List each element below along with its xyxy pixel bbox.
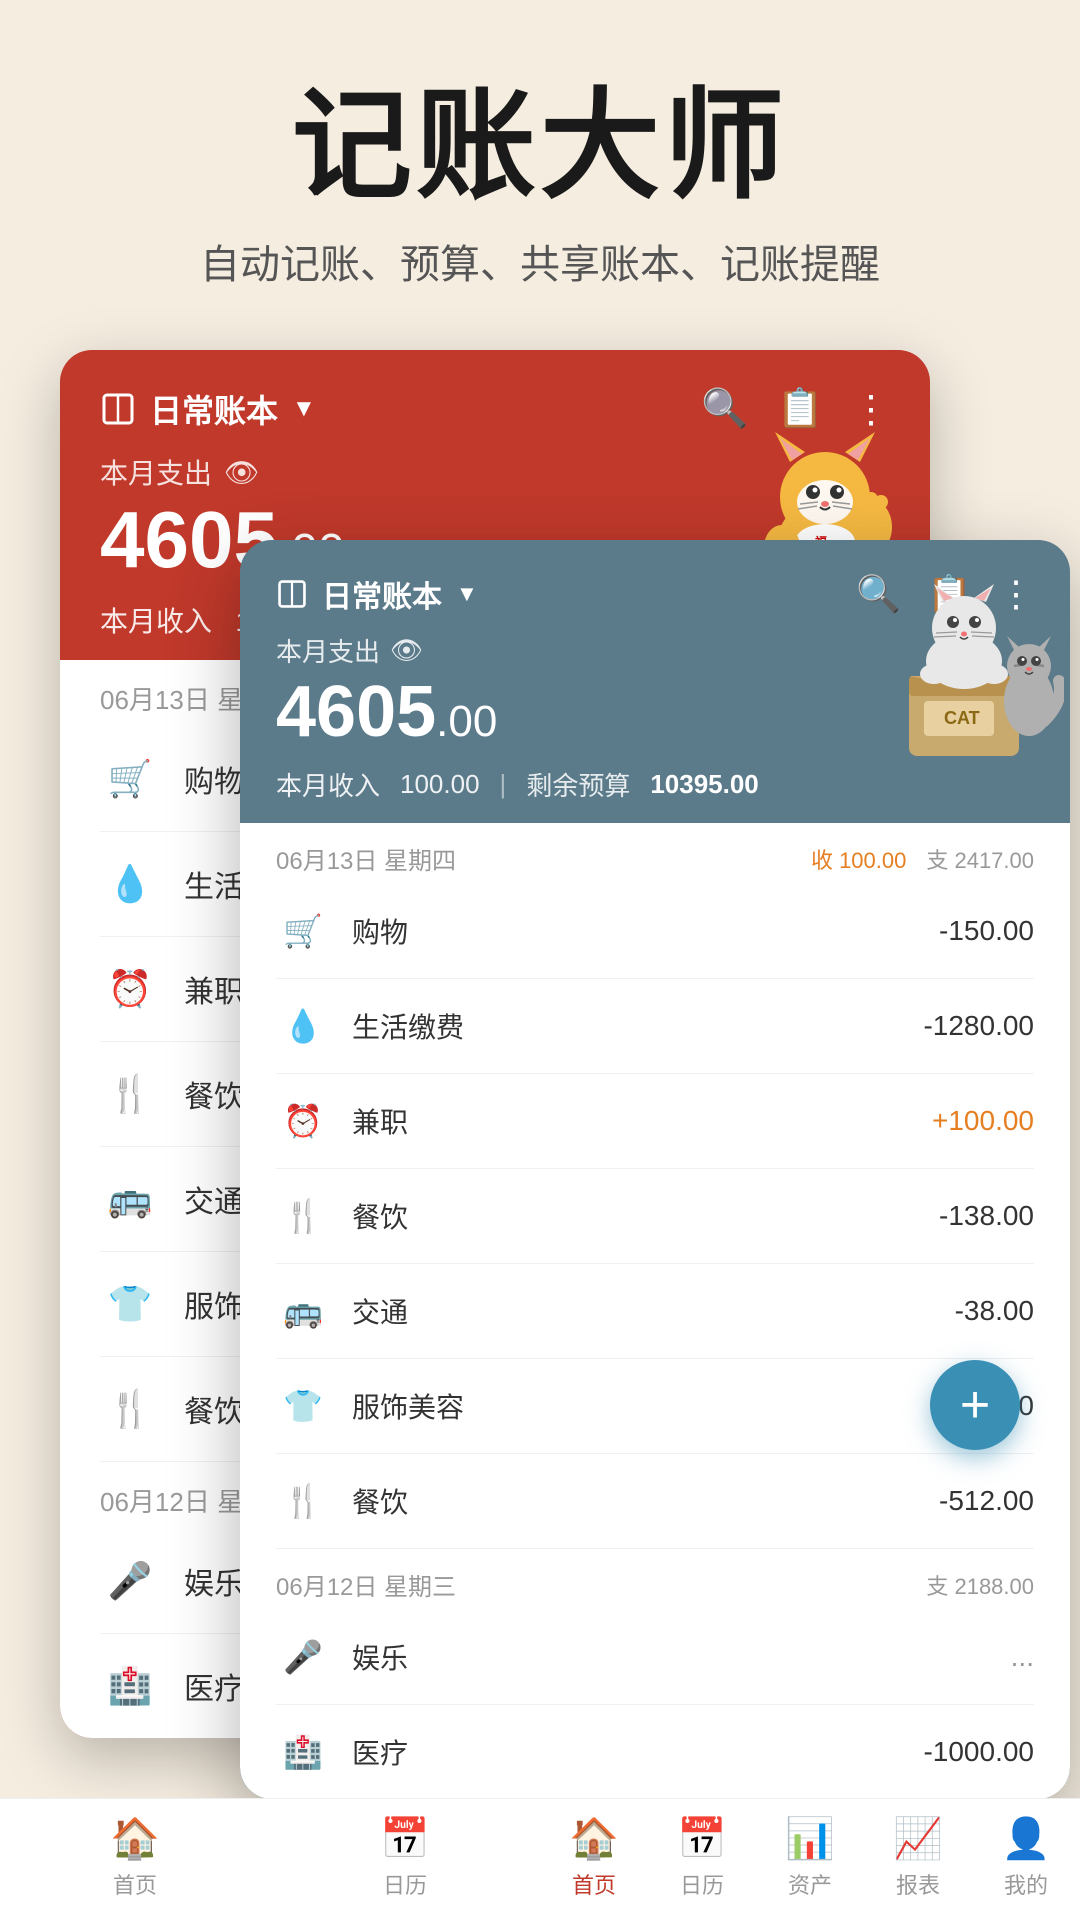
front-surplus-amount: 10395.00 [650, 769, 758, 800]
nav-item-home-left[interactable]: 🏠 首页 [0, 1815, 270, 1900]
nav-label-profile: 我的 [1004, 1868, 1048, 1900]
nav-right: 🏠 首页 📅 日历 📊 资产 📈 报表 👤 我的 [540, 1798, 1080, 1920]
medical-icon: 🏥 [100, 1656, 160, 1716]
front-shopping-icon: 🛒 [276, 904, 330, 958]
header-section: 记账大师 自动记账、预算、共享账本、记账提醒 [0, 0, 1080, 350]
front-income-amount: 100.00 [400, 769, 480, 800]
front-date-header2: 06月12日 星期三 支 2188.00 [276, 1549, 1034, 1610]
nav-item-home-right[interactable]: 🏠 首页 [540, 1815, 648, 1900]
calendar-icon-left: 📅 [380, 1815, 430, 1862]
nav-label-calendar-right: 日历 [680, 1868, 724, 1900]
nav-label-assets: 资产 [788, 1868, 832, 1900]
app-subtitle: 自动记账、预算、共享账本、记账提醒 [40, 232, 1040, 290]
front-list-item[interactable]: 🍴 餐饮 -138.00 [276, 1169, 1034, 1264]
nav-left: 🏠 首页 📅 日历 [0, 1798, 540, 1920]
book-icon [100, 391, 136, 427]
parttime-icon: ⏰ [100, 959, 160, 1019]
nav-label-reports: 报表 [896, 1868, 940, 1900]
svg-text:CAT: CAT [944, 708, 980, 728]
dining-icon: 🍴 [100, 1064, 160, 1124]
profile-icon: 👤 [1001, 1815, 1051, 1862]
utilities-icon: 💧 [100, 854, 160, 914]
front-list-item[interactable]: 🏥 医疗 -1000.00 [276, 1705, 1034, 1799]
shopping-icon: 🛒 [100, 749, 160, 809]
front-eye-icon[interactable]: 👁 [390, 635, 423, 666]
front-list-item[interactable]: 💧 生活缴费 -1280.00 [276, 979, 1034, 1074]
nav-label-home-left: 首页 [113, 1868, 157, 1900]
nav-item-calendar-right[interactable]: 📅 日历 [648, 1815, 756, 1900]
reports-icon: 📈 [893, 1815, 943, 1862]
nav-label-home-right: 首页 [572, 1868, 616, 1900]
fab-add-button[interactable]: + [930, 1360, 1020, 1450]
front-utilities-icon: 💧 [276, 999, 330, 1053]
front-entertainment-icon: 🎤 [276, 1630, 330, 1684]
front-list-item[interactable]: 🚌 交通 -38.00 [276, 1264, 1034, 1359]
eye-icon[interactable]: 👁 [224, 456, 260, 489]
nav-item-profile[interactable]: 👤 我的 [972, 1815, 1080, 1900]
front-list-item[interactable]: 🛒 购物 -150.00 [276, 884, 1034, 979]
front-dining-icon: 🍴 [276, 1189, 330, 1243]
home-icon-right: 🏠 [569, 1815, 619, 1862]
front-date-amounts: 收 100.00 支 2417.00 [811, 843, 1034, 875]
card-front: CAT [240, 540, 1070, 1799]
front-date-header: 06月13日 星期四 收 100.00 支 2417.00 [276, 823, 1034, 884]
front-dining2-icon: 🍴 [276, 1474, 330, 1528]
front-surplus-label: 剩余预算 [526, 766, 630, 803]
front-dropdown-arrow[interactable]: ▼ [456, 581, 478, 607]
front-list-item[interactable]: ⏰ 兼职 +100.00 [276, 1074, 1034, 1169]
front-list-item[interactable]: 🎤 娱乐 ... [276, 1610, 1034, 1705]
assets-icon: 📊 [785, 1815, 835, 1862]
card-back-book-name[interactable]: 日常账本 ▼ [100, 386, 316, 432]
bottom-nav-container: 🏠 首页 📅 日历 🏠 首页 📅 日历 📊 资产 📈 报表 👤 我的 [0, 1798, 1080, 1920]
app-title: 记账大师 [40, 80, 1040, 212]
nav-label-calendar-left: 日历 [383, 1868, 427, 1900]
card-front-list: 06月13日 星期四 收 100.00 支 2417.00 🛒 购物 -150.… [240, 823, 1070, 1799]
front-medical-icon: 🏥 [276, 1725, 330, 1779]
fashion-icon: 👕 [100, 1274, 160, 1334]
front-fashion-icon: 👕 [276, 1379, 330, 1433]
card-front-top: CAT [240, 540, 1070, 823]
card-front-book-name[interactable]: 日常账本 ▼ [276, 572, 478, 616]
nav-item-reports[interactable]: 📈 报表 [864, 1815, 972, 1900]
home-icon-left: 🏠 [110, 1815, 160, 1862]
transport-icon: 🚌 [100, 1169, 160, 1229]
front-date-amounts2: 支 2188.00 [926, 1569, 1034, 1601]
nav-item-assets[interactable]: 📊 资产 [756, 1815, 864, 1900]
entertainment-icon: 🎤 [100, 1551, 160, 1611]
cat-box-mascot: CAT [854, 546, 1064, 766]
front-list-item[interactable]: 🍴 餐饮 -512.00 [276, 1454, 1034, 1549]
dropdown-arrow[interactable]: ▼ [292, 395, 316, 423]
nav-item-calendar-left[interactable]: 📅 日历 [270, 1815, 540, 1900]
card-front-bottom-row: 本月收入 100.00 | 剩余预算 10395.00 [240, 756, 1070, 823]
front-list-item[interactable]: 👕 服饰美容 -299.00 [276, 1359, 1034, 1454]
cards-container: 日常账本 ▼ 🔍 📋 ⋮ [0, 350, 1080, 1720]
front-transport-icon: 🚌 [276, 1284, 330, 1338]
front-book-icon [276, 578, 308, 610]
front-parttime-icon: ⏰ [276, 1094, 330, 1148]
front-income-label: 本月收入 [276, 766, 380, 803]
calendar-icon-right: 📅 [677, 1815, 727, 1862]
dining2-icon: 🍴 [100, 1379, 160, 1439]
